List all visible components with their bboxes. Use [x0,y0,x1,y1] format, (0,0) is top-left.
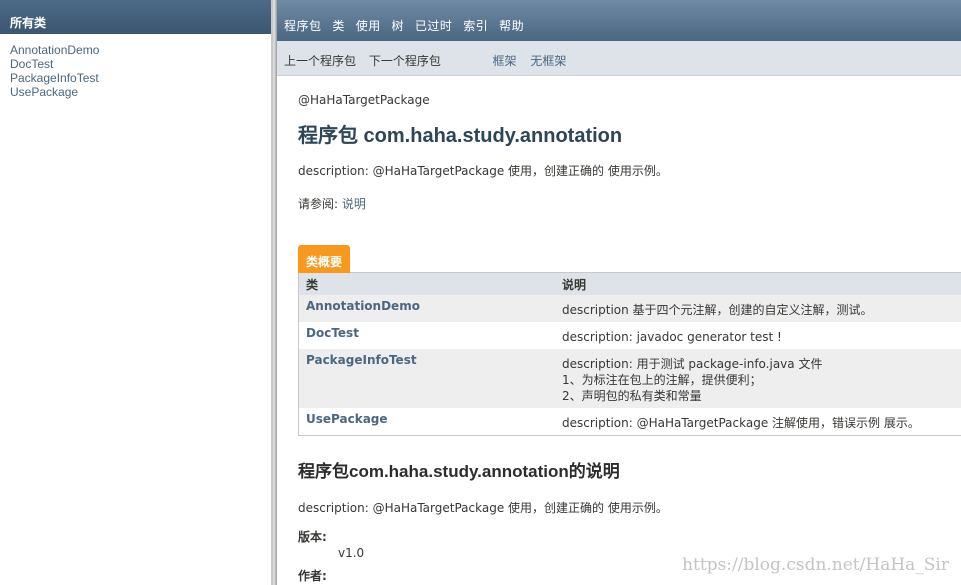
prev-package-link[interactable]: 上一个程序包 [284,54,356,68]
nav-index[interactable]: 索引 [463,19,488,33]
nav-tree[interactable]: 树 [392,19,405,33]
see-also-link[interactable]: 说明 [342,197,366,211]
class-summary-tab: 类概要 [298,245,351,273]
table-row: PackageInfoTest description: 用于测试 packag… [299,349,961,408]
class-name-link[interactable]: DocTest [306,326,359,340]
sub-navbar: 上一个程序包 下一个程序包 框架 无框架 [277,41,961,76]
class-name-link[interactable]: PackageInfoTest [306,353,417,367]
watermark: https://blog.csdn.net/HaHa_Sir [682,555,949,575]
class-name-link[interactable]: UsePackage [306,412,388,426]
package-content: @HaHaTargetPackage 程序包 com.haha.study.an… [277,76,961,585]
see-also-label: 请参阅: [298,197,339,211]
class-desc-cell: description: 用于测试 package-info.java 文件 1… [554,349,822,408]
package-annotation: @HaHaTargetPackage [298,93,430,107]
all-classes-header: 所有类 [0,0,271,34]
class-desc-line: description 基于四个元注解，创建的自定义注解，测试。 [562,303,873,317]
top-navbar: 程序包 类 使用 树 已过时 索引 帮助 [277,0,961,41]
table-row: DocTest description: javadoc generator t… [299,322,961,349]
class-name-link[interactable]: AnnotationDemo [306,299,420,313]
frames-link[interactable]: 框架 [493,54,517,68]
class-link-doctest[interactable]: DocTest [10,57,271,71]
all-classes-frame: 所有类 AnnotationDemo DocTest PackageInfoTe… [0,0,272,585]
table-row: AnnotationDemo description 基于四个元注解，创建的自定… [299,295,961,322]
class-desc-cell: description 基于四个元注解，创建的自定义注解，测试。 [554,295,873,322]
class-name-cell: UsePackage [299,408,554,435]
package-description-heading: 程序包com.haha.study.annotation的说明 [298,462,620,481]
page-title: 程序包 com.haha.study.annotation [298,125,623,147]
class-name-cell: AnnotationDemo [299,295,554,322]
class-name-cell: DocTest [299,322,554,349]
class-list: AnnotationDemo DocTest PackageInfoTest U… [0,34,271,99]
nav-package[interactable]: 程序包 [284,19,322,33]
class-link-packageinfotest[interactable]: PackageInfoTest [10,71,271,85]
package-description: description: @HaHaTargetPackage 使用，创建正确的… [298,164,668,178]
nav-help[interactable]: 帮助 [499,19,524,33]
class-link-usepackage[interactable]: UsePackage [10,85,271,99]
table-header: 类 说明 [299,273,961,295]
nav-deprecated[interactable]: 已过时 [415,19,453,33]
class-summary-table: 类 说明 AnnotationDemo description 基于四个元注解，… [298,272,961,436]
header-class: 类 [306,277,319,292]
class-summary: 类概要 类 说明 AnnotationDemo description 基于四个… [298,244,961,436]
class-name-cell: PackageInfoTest [299,349,554,408]
class-desc-line: description: javadoc generator test ! [562,330,782,344]
class-desc-cell: description: @HaHaTargetPackage 注解使用，错误示… [554,408,920,435]
package-frame: 程序包 类 使用 树 已过时 索引 帮助 上一个程序包 下一个程序包 框架 无框… [277,0,961,585]
package-description-body: description: @HaHaTargetPackage 使用，创建正确的… [298,501,668,515]
class-link-annotationdemo[interactable]: AnnotationDemo [10,43,271,57]
see-also: 请参阅: 说明 [298,195,961,212]
table-row: UsePackage description: @HaHaTargetPacka… [299,408,961,435]
class-desc-line: 2、声明包的私有类和常量 [562,389,702,403]
version-label: 版本: [298,530,327,544]
header-description: 说明 [562,277,587,292]
class-desc-line: 1、为标注在包上的注解，提供便利； [562,373,762,387]
next-package-link[interactable]: 下一个程序包 [369,54,441,68]
no-frames-link[interactable]: 无框架 [530,54,566,68]
nav-class[interactable]: 类 [332,19,345,33]
class-desc-line: description: @HaHaTargetPackage 注解使用，错误示… [562,416,920,430]
class-desc-cell: description: javadoc generator test ! [554,322,782,349]
class-desc-line: description: 用于测试 package-info.java 文件 [562,357,823,371]
nav-use[interactable]: 使用 [356,19,381,33]
